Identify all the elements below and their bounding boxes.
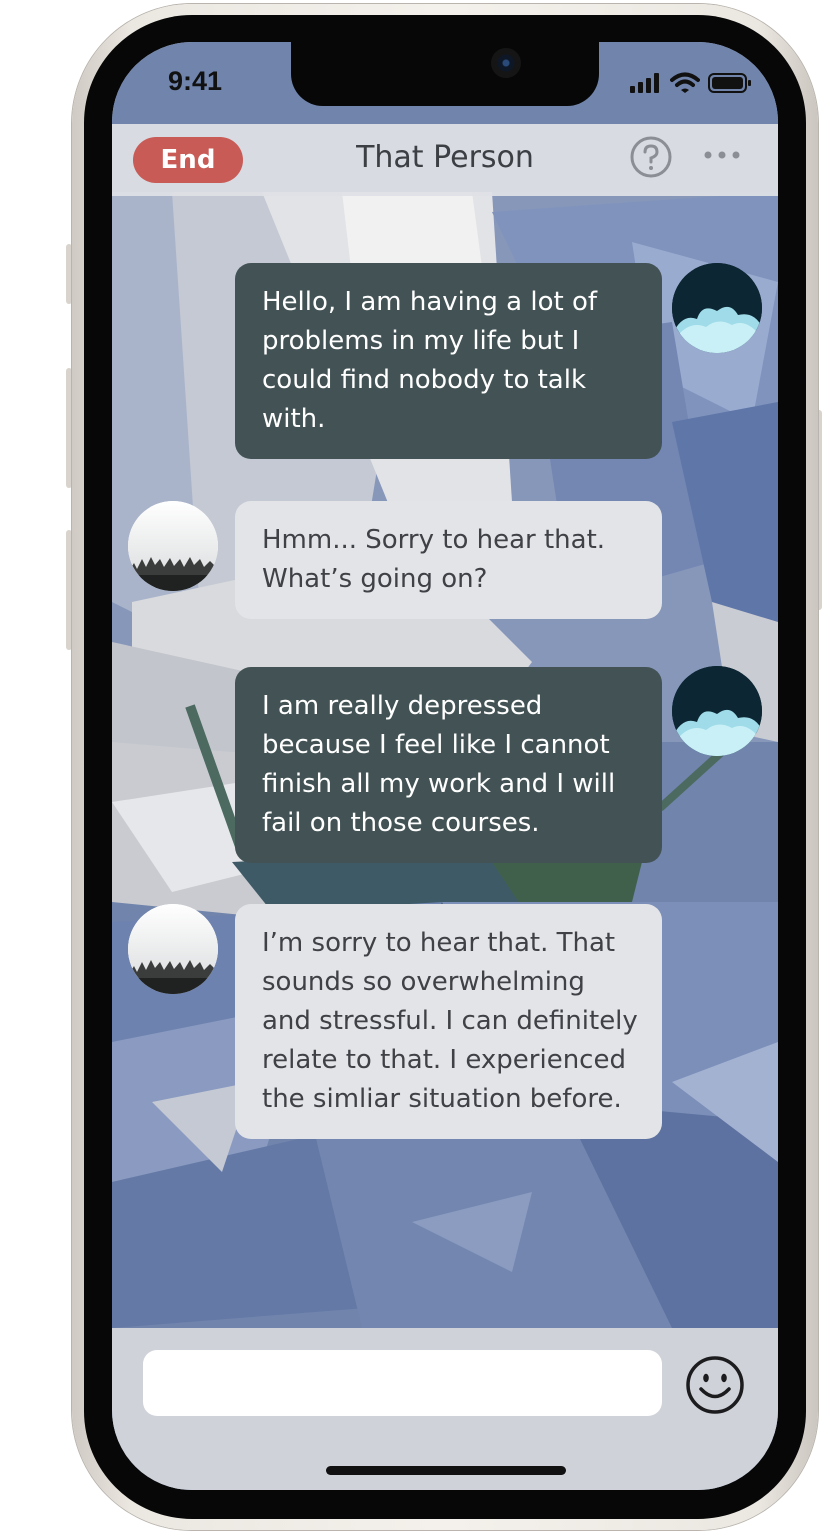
status-icons	[630, 72, 752, 94]
chat-header: End That Person	[112, 124, 778, 196]
forest-avatar	[128, 501, 218, 591]
battery-icon	[708, 73, 751, 93]
forest-avatar-image	[128, 904, 218, 994]
notch	[291, 42, 599, 106]
help-icon[interactable]	[630, 136, 672, 178]
my-message-bubble: Hello, I am having a lot of problems in …	[235, 263, 662, 459]
status-time: 9:41	[168, 66, 223, 96]
signal-icon	[630, 73, 659, 93]
cloud-avatar	[672, 666, 762, 756]
cloud-avatar	[672, 263, 762, 353]
more-icon[interactable]	[704, 150, 740, 160]
their-message-bubble: Hmm... Sorry to hear that. What’s going …	[235, 501, 662, 619]
message-composer	[112, 1328, 778, 1490]
forest-avatar	[128, 904, 218, 994]
smiley-icon[interactable]	[684, 1354, 746, 1416]
phone-screen: 9:41 End That Person Hello, I am having …	[112, 42, 778, 1490]
forest-avatar-image	[128, 501, 218, 591]
their-message-bubble: I’m sorry to hear that. That sounds so o…	[235, 904, 662, 1139]
cloud-avatar-image	[672, 666, 762, 756]
cloud-avatar-image	[672, 263, 762, 353]
front-camera	[491, 48, 521, 78]
page-title: That Person	[356, 140, 534, 175]
message-input[interactable]	[143, 1350, 662, 1416]
wifi-icon	[670, 72, 700, 93]
my-message-bubble: I am really depressed because I feel lik…	[235, 667, 662, 863]
home-indicator[interactable]	[326, 1466, 566, 1475]
